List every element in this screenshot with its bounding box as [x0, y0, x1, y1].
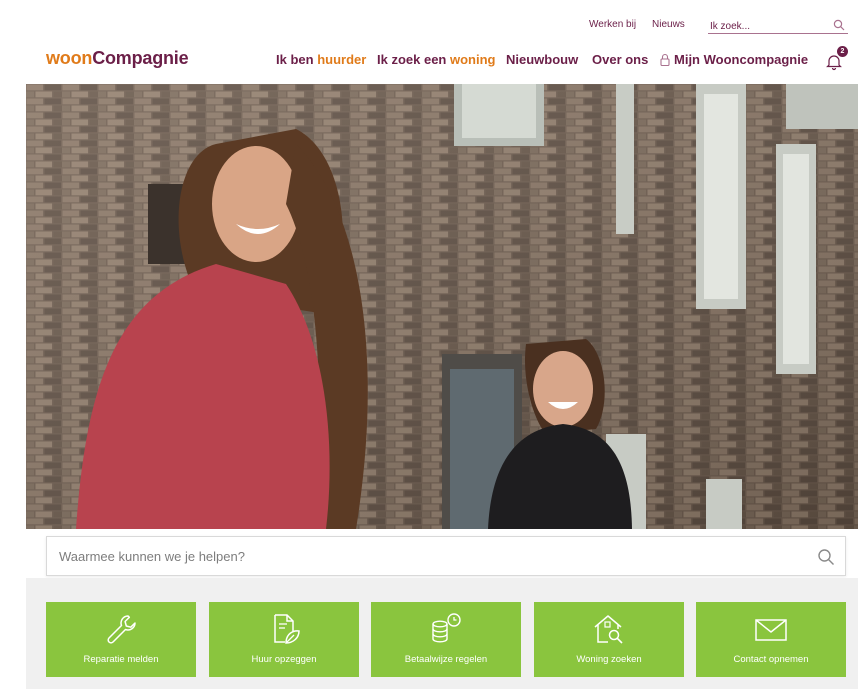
tile-betaalwijze-regelen[interactable]: Betaalwijze regelen	[371, 602, 521, 677]
nav-mijn-label: Mijn Wooncompagnie	[674, 52, 809, 67]
wrench-icon	[104, 612, 138, 646]
hero-image	[26, 84, 858, 529]
coins-clock-icon	[429, 612, 463, 646]
nav-over-ons[interactable]: Over ons	[592, 52, 648, 67]
logo[interactable]: woonCompagnie	[46, 48, 189, 69]
tile-label: Reparatie melden	[83, 654, 159, 665]
nieuws-link[interactable]: Nieuws	[652, 19, 685, 30]
nav-huurder-highlight: huurder	[317, 52, 367, 67]
notification-badge: 2	[837, 46, 848, 57]
help-search-bar	[46, 536, 846, 576]
search-icon[interactable]	[817, 548, 835, 571]
nav-huurder-text: Ik ben	[276, 52, 318, 67]
tile-label: Huur opzeggen	[251, 654, 317, 665]
logo-compagnie: Compagnie	[92, 48, 189, 68]
tile-woning-zoeken[interactable]: Woning zoeken	[534, 602, 684, 677]
nav-ik-zoek-een-woning[interactable]: Ik zoek een woning	[377, 52, 495, 67]
help-search-input[interactable]	[59, 537, 799, 575]
tile-label: Woning zoeken	[576, 654, 642, 665]
tile-contact-opnemen[interactable]: Contact opnemen	[696, 602, 846, 677]
nav-zoek-text: Ik zoek een	[377, 52, 450, 67]
house-search-icon	[592, 612, 626, 646]
main-nav: woonCompagnie Ik ben huurder Ik zoek een…	[0, 44, 858, 78]
top-search	[708, 16, 848, 36]
nav-nieuwbouw[interactable]: Nieuwbouw	[506, 52, 578, 67]
nav-mijn-wooncompagnie[interactable]: Mijn Wooncompagnie	[660, 52, 808, 69]
tile-label: Betaalwijze regelen	[404, 654, 488, 665]
tile-huur-opzeggen[interactable]: Huur opzeggen	[209, 602, 359, 677]
nav-zoek-highlight: woning	[449, 52, 496, 67]
search-icon[interactable]	[833, 18, 845, 36]
werken-bij-link[interactable]: Werken bij	[589, 19, 636, 30]
document-leaf-icon	[267, 612, 301, 646]
top-search-input[interactable]	[708, 18, 826, 35]
envelope-icon	[754, 612, 788, 646]
hero-illustration	[26, 84, 858, 529]
tile-reparatie-melden[interactable]: Reparatie melden	[46, 602, 196, 677]
utility-bar: Werken bij Nieuws	[0, 16, 858, 36]
logo-woon: woon	[46, 48, 93, 68]
nav-ik-ben-huurder[interactable]: Ik ben huurder	[276, 52, 366, 67]
tile-label: Contact opnemen	[733, 654, 809, 665]
lock-icon	[660, 53, 670, 69]
notifications-button[interactable]: 2	[826, 46, 848, 71]
